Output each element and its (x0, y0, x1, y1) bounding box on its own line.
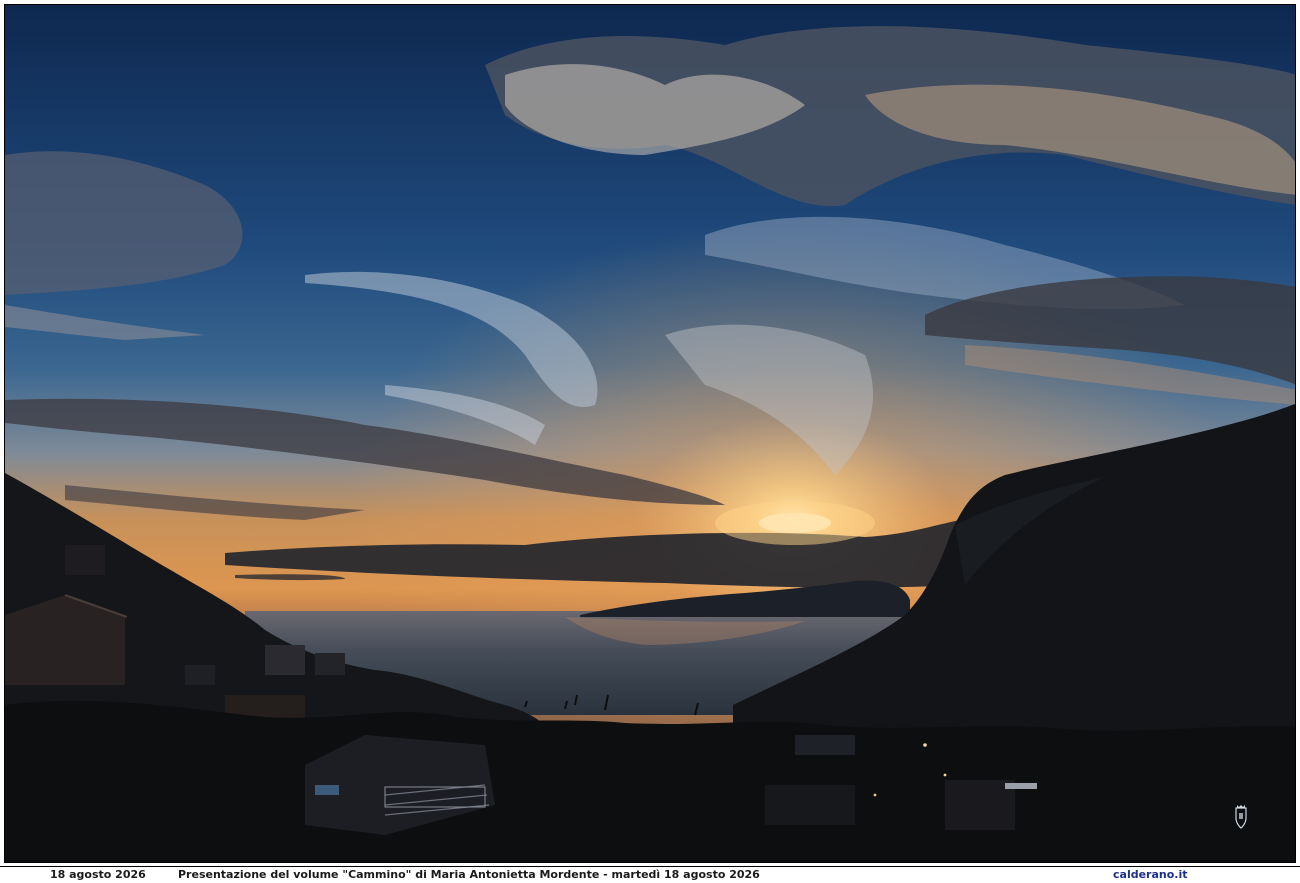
caption-bar: 18 agosto 2026 Presentazione del volume … (0, 866, 1300, 883)
sunset-photo (5, 5, 1295, 862)
caption-title: Presentazione del volume "Cammino" di Ma… (178, 868, 760, 881)
photo-frame (4, 4, 1296, 863)
caption-date: 18 agosto 2026 (50, 868, 146, 881)
site-link[interactable]: calderano.it (1113, 868, 1188, 881)
crest-icon (1235, 805, 1247, 829)
